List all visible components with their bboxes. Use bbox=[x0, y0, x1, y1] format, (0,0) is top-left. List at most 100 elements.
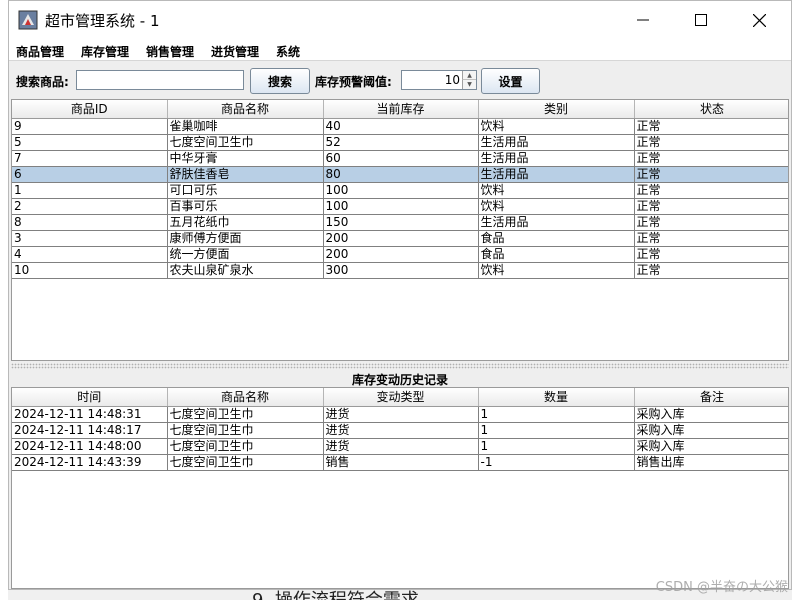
table-cell[interactable]: 七度空间卫生巾 bbox=[167, 422, 324, 439]
menu-system[interactable]: 系统 bbox=[276, 43, 300, 60]
product-row[interactable]: 9 雀巢咖啡 40 饮料 正常 bbox=[12, 118, 788, 135]
history-row[interactable]: 2024-12-11 14:48:17 七度空间卫生巾 进货 1 采购入库 bbox=[12, 422, 788, 439]
product-row[interactable]: 5 七度空间卫生巾 52 生活用品 正常 bbox=[12, 134, 788, 151]
table-cell[interactable]: 百事可乐 bbox=[167, 198, 324, 215]
table-cell[interactable]: -1 bbox=[478, 454, 635, 471]
table-cell[interactable]: 七度空间卫生巾 bbox=[167, 406, 324, 423]
threshold-spinner[interactable]: 10 ▲ ▼ bbox=[401, 70, 477, 90]
table-cell[interactable]: 60 bbox=[323, 150, 479, 167]
table-cell[interactable]: 生活用品 bbox=[478, 134, 635, 151]
table-cell[interactable]: 正常 bbox=[634, 262, 788, 279]
product-row[interactable]: 8 五月花纸巾 150 生活用品 正常 bbox=[12, 214, 788, 231]
table-cell[interactable]: 采购入库 bbox=[634, 422, 788, 439]
table-cell[interactable]: 5 bbox=[12, 134, 168, 151]
maximize-button[interactable] bbox=[673, 1, 729, 39]
table-cell[interactable]: 2024-12-11 14:48:31 bbox=[12, 406, 168, 423]
product-row[interactable]: 10 农夫山泉矿泉水 300 饮料 正常 bbox=[12, 262, 788, 279]
table-cell[interactable]: 100 bbox=[323, 198, 479, 215]
table-cell[interactable]: 2024-12-11 14:48:17 bbox=[12, 422, 168, 439]
menu-product-management[interactable]: 商品管理 bbox=[16, 43, 64, 60]
table-cell[interactable]: 1 bbox=[478, 422, 635, 439]
table-cell[interactable]: 饮料 bbox=[478, 182, 635, 199]
set-threshold-button[interactable]: 设置 bbox=[481, 68, 540, 94]
menu-sales-management[interactable]: 销售管理 bbox=[146, 43, 194, 60]
table-cell[interactable]: 进货 bbox=[323, 406, 479, 423]
table-cell[interactable]: 生活用品 bbox=[478, 166, 635, 183]
column-header-product-name[interactable]: 商品名称 bbox=[167, 100, 324, 119]
table-cell[interactable]: 饮料 bbox=[478, 198, 635, 215]
table-cell[interactable]: 300 bbox=[323, 262, 479, 279]
table-cell[interactable]: 正常 bbox=[634, 230, 788, 247]
column-header-quantity[interactable]: 数量 bbox=[478, 388, 635, 407]
table-cell[interactable]: 可口可乐 bbox=[167, 182, 324, 199]
table-cell[interactable]: 1 bbox=[478, 406, 635, 423]
table-cell[interactable]: 6 bbox=[12, 166, 168, 183]
table-cell[interactable]: 2024-12-11 14:48:00 bbox=[12, 438, 168, 455]
column-header-change-type[interactable]: 变动类型 bbox=[323, 388, 479, 407]
table-cell[interactable]: 200 bbox=[323, 230, 479, 247]
table-cell[interactable]: 采购入库 bbox=[634, 406, 788, 423]
table-cell[interactable]: 食品 bbox=[478, 246, 635, 263]
table-cell[interactable]: 4 bbox=[12, 246, 168, 263]
table-cell[interactable]: 康师傅方便面 bbox=[167, 230, 324, 247]
product-row[interactable]: 3 康师傅方便面 200 食品 正常 bbox=[12, 230, 788, 247]
column-header-remark[interactable]: 备注 bbox=[634, 388, 788, 407]
threshold-value[interactable]: 10 bbox=[402, 73, 460, 87]
table-cell[interactable]: 饮料 bbox=[478, 118, 635, 135]
table-cell[interactable]: 正常 bbox=[634, 150, 788, 167]
table-cell[interactable]: 生活用品 bbox=[478, 150, 635, 167]
table-cell[interactable]: 正常 bbox=[634, 214, 788, 231]
table-cell[interactable]: 200 bbox=[323, 246, 479, 263]
table-cell[interactable]: 食品 bbox=[478, 230, 635, 247]
menu-purchase-management[interactable]: 进货管理 bbox=[211, 43, 259, 60]
column-header-stock[interactable]: 当前库存 bbox=[323, 100, 479, 119]
table-cell[interactable]: 10 bbox=[12, 262, 168, 279]
table-cell[interactable]: 正常 bbox=[634, 198, 788, 215]
table-cell[interactable]: 进货 bbox=[323, 422, 479, 439]
close-button[interactable] bbox=[731, 1, 787, 39]
search-input[interactable] bbox=[76, 70, 244, 90]
table-cell[interactable]: 正常 bbox=[634, 166, 788, 183]
history-row[interactable]: 2024-12-11 14:48:00 七度空间卫生巾 进货 1 采购入库 bbox=[12, 438, 788, 455]
table-cell[interactable]: 七度空间卫生巾 bbox=[167, 438, 324, 455]
table-cell[interactable]: 3 bbox=[12, 230, 168, 247]
table-cell[interactable]: 销售 bbox=[323, 454, 479, 471]
table-cell[interactable]: 生活用品 bbox=[478, 214, 635, 231]
table-cell[interactable]: 五月花纸巾 bbox=[167, 214, 324, 231]
table-cell[interactable]: 150 bbox=[323, 214, 479, 231]
product-row[interactable]: 7 中华牙膏 60 生活用品 正常 bbox=[12, 150, 788, 167]
product-row[interactable]: 2 百事可乐 100 饮料 正常 bbox=[12, 198, 788, 215]
product-row[interactable]: 6 舒肤佳香皂 80 生活用品 正常 bbox=[12, 166, 788, 183]
minimize-button[interactable] bbox=[615, 1, 671, 39]
table-cell[interactable]: 舒肤佳香皂 bbox=[167, 166, 324, 183]
table-cell[interactable]: 80 bbox=[323, 166, 479, 183]
table-cell[interactable]: 农夫山泉矿泉水 bbox=[167, 262, 324, 279]
column-header-time[interactable]: 时间 bbox=[12, 388, 168, 407]
spinner-up-icon[interactable]: ▲ bbox=[462, 71, 476, 80]
table-cell[interactable]: 9 bbox=[12, 118, 168, 135]
table-cell[interactable]: 8 bbox=[12, 214, 168, 231]
column-header-category[interactable]: 类别 bbox=[478, 100, 635, 119]
table-cell[interactable]: 40 bbox=[323, 118, 479, 135]
table-cell[interactable]: 采购入库 bbox=[634, 438, 788, 455]
table-cell[interactable]: 2 bbox=[12, 198, 168, 215]
table-cell[interactable]: 销售出库 bbox=[634, 454, 788, 471]
column-header-status[interactable]: 状态 bbox=[634, 100, 788, 119]
table-cell[interactable]: 七度空间卫生巾 bbox=[167, 454, 324, 471]
table-cell[interactable]: 七度空间卫生巾 bbox=[167, 134, 324, 151]
table-cell[interactable]: 统一方便面 bbox=[167, 246, 324, 263]
table-cell[interactable]: 100 bbox=[323, 182, 479, 199]
column-header-product-id[interactable]: 商品ID bbox=[12, 100, 168, 119]
table-cell[interactable]: 正常 bbox=[634, 134, 788, 151]
history-row[interactable]: 2024-12-11 14:48:31 七度空间卫生巾 进货 1 采购入库 bbox=[12, 406, 788, 423]
spinner-down-icon[interactable]: ▼ bbox=[462, 80, 476, 89]
table-cell[interactable]: 1 bbox=[12, 182, 168, 199]
product-row[interactable]: 4 统一方便面 200 食品 正常 bbox=[12, 246, 788, 263]
table-cell[interactable]: 正常 bbox=[634, 118, 788, 135]
column-header-history-product-name[interactable]: 商品名称 bbox=[167, 388, 324, 407]
table-cell[interactable]: 2024-12-11 14:43:39 bbox=[12, 454, 168, 471]
split-pane-divider[interactable] bbox=[11, 363, 789, 369]
history-row[interactable]: 2024-12-11 14:43:39 七度空间卫生巾 销售 -1 销售出库 bbox=[12, 454, 788, 471]
table-cell[interactable]: 雀巢咖啡 bbox=[167, 118, 324, 135]
table-cell[interactable]: 进货 bbox=[323, 438, 479, 455]
